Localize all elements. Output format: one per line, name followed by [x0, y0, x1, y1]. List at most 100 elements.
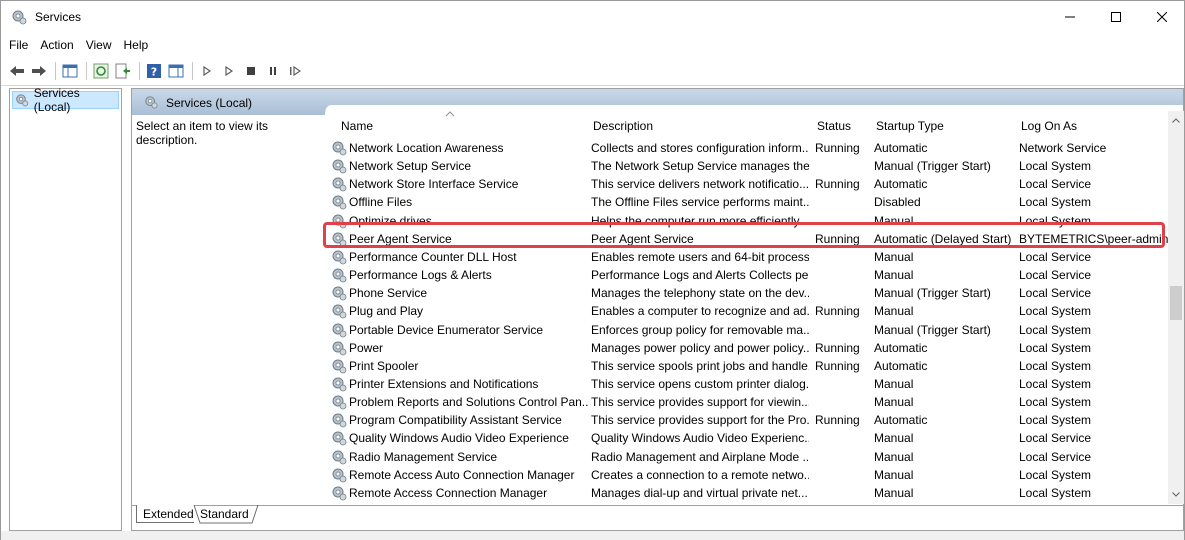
- service-startup-type: Manual: [874, 304, 914, 319]
- scrollbar-thumb[interactable]: [1170, 286, 1182, 320]
- service-log-on-as: Local System: [1019, 485, 1092, 500]
- service-startup-type: Automatic: [874, 177, 928, 192]
- service-row[interactable]: Remote Access Connection Manager Manages …: [327, 484, 1167, 502]
- service-startup-type: Manual (Trigger Start): [874, 159, 991, 174]
- export-list-button[interactable]: [115, 63, 131, 79]
- service-gear-icon: [332, 359, 347, 374]
- column-header-description[interactable]: Description: [593, 115, 653, 137]
- service-status: Running: [815, 177, 860, 192]
- services-gear-icon: [16, 94, 29, 107]
- pane-title: Services (Local): [166, 96, 253, 110]
- service-row[interactable]: Radio Management Service Radio Management…: [327, 448, 1167, 466]
- service-name: Program Compatibility Assistant Service: [349, 413, 562, 428]
- back-button[interactable]: [9, 63, 25, 79]
- stop-service-button[interactable]: [243, 63, 259, 79]
- service-row[interactable]: Problem Reports and Solutions Control Pa…: [327, 393, 1167, 411]
- service-gear-icon: [332, 177, 347, 192]
- tree-item-services-local[interactable]: Services (Local): [12, 86, 119, 114]
- service-log-on-as: Local Service: [1019, 286, 1092, 301]
- start-service-alt-button[interactable]: [221, 63, 237, 79]
- close-button[interactable]: [1139, 1, 1185, 33]
- service-log-on-as: Local System: [1019, 413, 1092, 428]
- service-name: Offline Files: [349, 195, 413, 210]
- sort-ascending-icon: [445, 111, 455, 117]
- service-log-on-as: Local Service: [1019, 177, 1092, 192]
- service-status: Running: [815, 304, 860, 319]
- show-hide-action-pane-button[interactable]: [168, 63, 184, 79]
- service-description: Enables a computer to recognize and ad..…: [591, 304, 809, 319]
- service-row[interactable]: Print Spooler This service spools print j…: [327, 357, 1167, 375]
- service-row[interactable]: Network Store Interface Service This serv…: [327, 175, 1167, 193]
- service-row[interactable]: Network Location Awareness Collects and s…: [327, 139, 1167, 157]
- tab-extended[interactable]: Extended: [136, 505, 194, 523]
- scroll-up-button[interactable]: [1168, 113, 1184, 127]
- play-icon: [203, 65, 212, 76]
- service-startup-type: Manual: [874, 395, 914, 410]
- service-startup-type: Automatic: [874, 358, 928, 373]
- export-list-icon: [115, 63, 130, 78]
- refresh-button[interactable]: [93, 63, 109, 79]
- maximize-button[interactable]: [1093, 1, 1139, 33]
- menu-help[interactable]: Help: [118, 35, 155, 55]
- service-row[interactable]: Phone Service Manages the telephony state…: [327, 284, 1167, 302]
- svg-text:?: ?: [151, 65, 157, 78]
- service-description: This service opens custom printer dialog…: [591, 376, 809, 391]
- service-row[interactable]: Portable Device Enumerator Service Enforc…: [327, 321, 1167, 339]
- service-row[interactable]: Quality Windows Audio Video Experience Qu…: [327, 429, 1167, 447]
- show-hide-console-tree-button[interactable]: [62, 63, 78, 79]
- scroll-down-button[interactable]: [1168, 487, 1184, 501]
- service-row[interactable]: Performance Logs & Alerts Performance Log…: [327, 266, 1167, 284]
- menu-action[interactable]: Action: [34, 35, 79, 55]
- service-startup-type: Manual: [874, 268, 914, 283]
- services-gear-icon: [12, 10, 27, 25]
- services-pane: Services (Local) Select an item to view …: [131, 88, 1184, 531]
- service-log-on-as: Local System: [1019, 376, 1092, 391]
- menu-view[interactable]: View: [80, 35, 118, 55]
- service-description: Creates a connection to a remote netwo..…: [591, 467, 809, 482]
- service-gear-icon: [332, 268, 347, 283]
- pause-icon: [270, 66, 276, 75]
- service-row[interactable]: Performance Counter DLL Host Enables remo…: [327, 248, 1167, 266]
- service-status: Running: [815, 413, 860, 428]
- service-name: Network Location Awareness: [349, 141, 504, 155]
- service-description: Collects and stores configuration inform…: [591, 141, 809, 155]
- console-tree-icon: [62, 64, 78, 77]
- tab-standard[interactable]: Standard: [194, 505, 254, 523]
- service-row[interactable]: Printer Extensions and Notifications This…: [327, 375, 1167, 393]
- service-name: Performance Counter DLL Host: [349, 249, 517, 264]
- column-header-startup-type[interactable]: Startup Type: [876, 115, 944, 137]
- service-gear-icon: [332, 468, 347, 483]
- menu-file[interactable]: File: [1, 35, 34, 55]
- service-name: Portable Device Enumerator Service: [349, 322, 544, 337]
- service-name: Remote Access Auto Connection Manager: [349, 467, 575, 482]
- resume-service-button[interactable]: [287, 63, 303, 79]
- vertical-scrollbar[interactable]: [1168, 111, 1184, 504]
- service-row[interactable]: Power Manages power policy and power poli…: [327, 339, 1167, 357]
- service-gear-icon: [332, 431, 347, 446]
- service-row[interactable]: Network Setup Service The Network Setup S…: [327, 157, 1167, 175]
- service-log-on-as: Local Service: [1019, 249, 1092, 264]
- description-panel: Select an item to view its description.: [136, 119, 269, 147]
- maximize-icon: [1111, 12, 1121, 22]
- pause-service-button[interactable]: [265, 63, 281, 79]
- column-header-name[interactable]: Name: [341, 115, 373, 137]
- services-window: Services File Action View Help ? Service…: [0, 0, 1185, 540]
- toolbar-divider: [1, 85, 1184, 86]
- toolbar-separator: [192, 61, 193, 80]
- service-row[interactable]: Plug and Play Enables a computer to recog…: [327, 302, 1167, 320]
- services-gear-icon: [145, 96, 158, 109]
- service-description: Manages the telephony state on the dev..…: [591, 286, 809, 301]
- service-row[interactable]: Remote Access Auto Connection Manager Cre…: [327, 466, 1167, 484]
- service-gear-icon: [332, 341, 347, 356]
- service-description: Performance Logs and Alerts Collects pe.…: [591, 268, 809, 283]
- service-log-on-as: Local System: [1019, 159, 1092, 174]
- column-header-log-on-as[interactable]: Log On As: [1021, 115, 1077, 137]
- start-service-button[interactable]: [199, 63, 215, 79]
- help-button[interactable]: ?: [146, 63, 162, 79]
- column-header-status[interactable]: Status: [817, 115, 851, 137]
- service-row[interactable]: Offline Files The Offline Files service p…: [327, 193, 1167, 211]
- minimize-button[interactable]: [1047, 1, 1093, 33]
- service-row[interactable]: Program Compatibility Assistant Service T…: [327, 411, 1167, 429]
- forward-button[interactable]: [31, 63, 47, 79]
- service-name: Network Setup Service: [349, 159, 472, 174]
